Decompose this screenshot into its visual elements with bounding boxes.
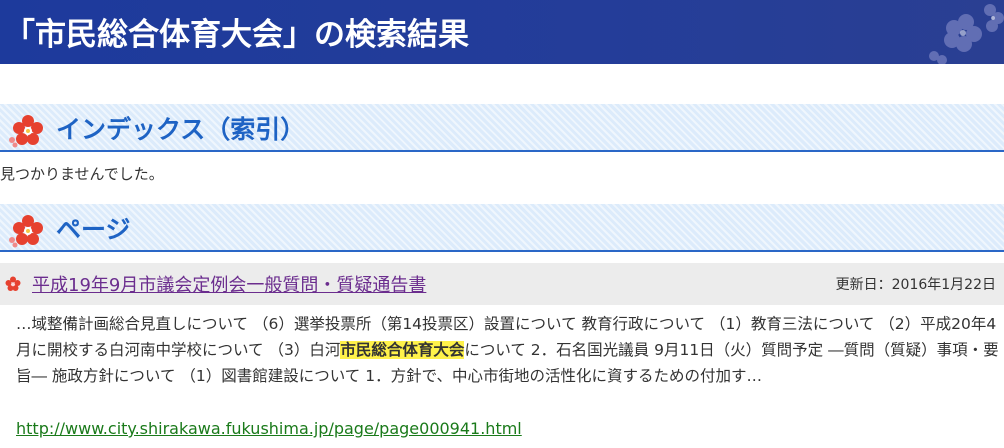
page-section-heading: ページ — [56, 215, 131, 244]
index-no-result-text: 見つかりませんでした。 — [0, 165, 164, 183]
result-url-link[interactable]: http://www.city.shirakawa.fukushima.jp/p… — [16, 419, 522, 438]
plum-blossom-icon — [9, 215, 43, 248]
result-item-header: 平成19年9月市議会定例会一般質問・質疑通告書 更新日：2016年1月22日 — [0, 263, 1004, 305]
plum-blossom-decoration-icon — [929, 4, 1004, 64]
page-section-header: ページ — [0, 204, 1004, 252]
page-title: 「市民総合体育大会」の検索結果 — [4, 17, 469, 53]
result-title-link[interactable]: 平成19年9月市議会定例会一般質問・質疑通告書 — [32, 271, 426, 297]
index-section-heading: インデックス（索引） — [56, 115, 306, 144]
plum-blossom-icon — [9, 115, 43, 148]
index-section-header: インデックス（索引） — [0, 104, 1004, 152]
result-updated-date: 更新日：2016年1月22日 — [835, 277, 996, 293]
plum-flower-bullet-icon — [5, 276, 21, 291]
snippet-highlight: 市民総合体育大会 — [340, 341, 465, 359]
result-snippet: …域整備計画総合見直しについて （6）選挙投票所（第14投票区）設置について 教… — [16, 311, 1000, 389]
page-header: 「市民総合体育大会」の検索結果 — [0, 0, 1004, 64]
